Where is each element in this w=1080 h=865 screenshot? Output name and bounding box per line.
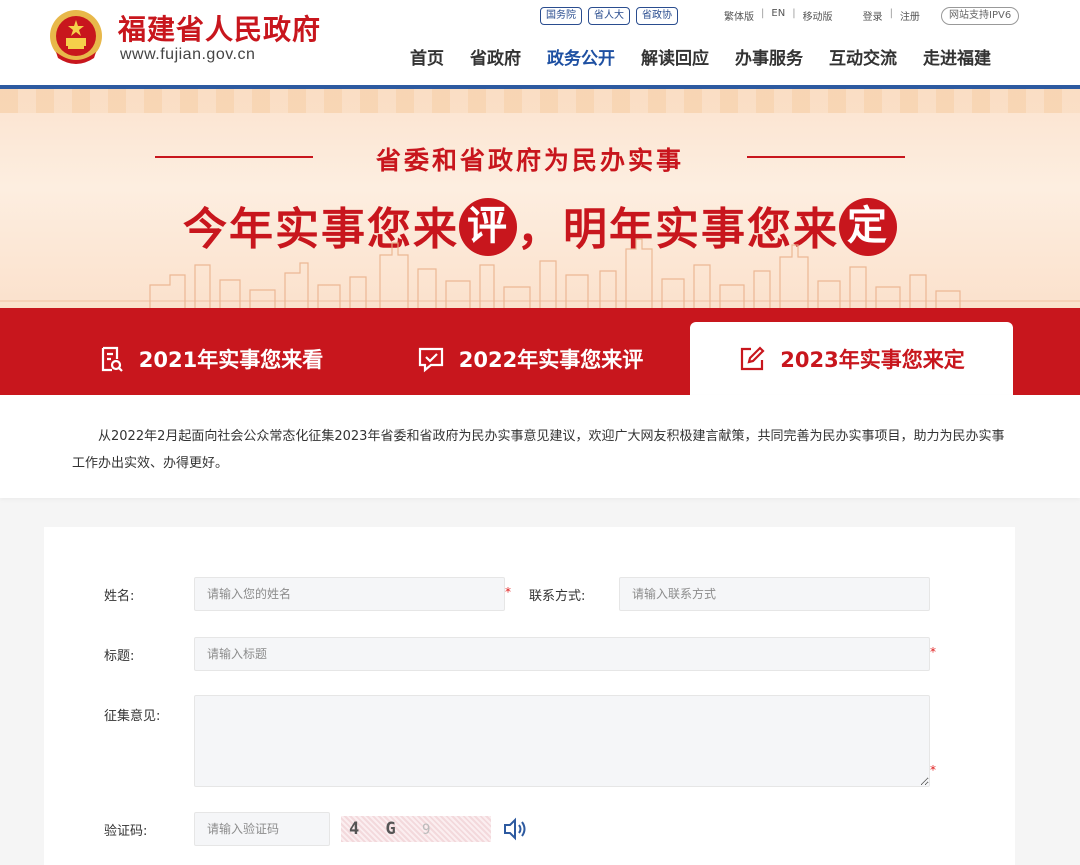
speaker-icon[interactable] xyxy=(502,817,528,841)
ipv6-badge: 网站支持IPV6 xyxy=(941,7,1020,25)
nav-interaction[interactable]: 互动交流 xyxy=(829,44,897,69)
title-label: 标题: xyxy=(104,649,135,664)
register-link[interactable]: 注册 xyxy=(900,8,920,23)
captcha-input[interactable] xyxy=(194,812,330,846)
tab-label: 2021年实事您来看 xyxy=(138,347,324,372)
required-mark: * xyxy=(930,645,936,659)
nav-provincial-government[interactable]: 省政府 xyxy=(470,44,521,69)
document-icon xyxy=(101,346,123,372)
captcha-chars-faint: 9 xyxy=(421,822,439,838)
site-header: 福建省人民政府 www.fujian.gov.cn 国务院 省人大 省政协 繁体… xyxy=(0,0,1080,86)
required-mark: * xyxy=(505,585,511,599)
edit-icon xyxy=(741,345,765,370)
login-link[interactable]: 登录 xyxy=(863,8,883,23)
tab-2022-review[interactable]: 2022年实事您来评 xyxy=(380,322,680,395)
banner-decoration xyxy=(0,89,1080,113)
separator: | xyxy=(761,8,765,19)
intro-text: 从2022年2月起面向社会公众常态化征集2023年省委和省政府为民办实事意见建议… xyxy=(72,429,1005,471)
nav-home[interactable]: 首页 xyxy=(410,44,444,69)
contact-label: 联系方式: xyxy=(529,589,586,604)
contact-input[interactable] xyxy=(619,577,930,611)
intro-section: 从2022年2月起面向社会公众常态化征集2023年省委和省政府为民办实事意见建议… xyxy=(0,395,1080,498)
banner-rule-right xyxy=(747,156,905,158)
link-provincial-cppcc[interactable]: 省政协 xyxy=(636,7,678,25)
nav-services[interactable]: 办事服务 xyxy=(735,44,803,69)
opinion-textarea[interactable] xyxy=(194,695,930,787)
captcha-chars: 4 G xyxy=(349,819,404,839)
tab-label: 2023年实事您来定 xyxy=(780,347,965,372)
national-emblem-icon[interactable] xyxy=(48,8,104,66)
banner: 省委和省政府为民办实事 今年实事您来评，明年实事您来定 xyxy=(0,89,1080,309)
captcha-label: 验证码: xyxy=(104,824,148,839)
opinion-label: 征集意见: xyxy=(104,709,161,724)
name-label: 姓名: xyxy=(104,589,135,604)
tab-2021-view[interactable]: 2021年实事您来看 xyxy=(60,322,360,395)
nav-about-fujian[interactable]: 走进福建 xyxy=(923,44,991,69)
link-state-council[interactable]: 国务院 xyxy=(540,7,582,25)
suggestion-form: 姓名: * 联系方式: 标题: * 征集意见: * 验证码: 4 G 9 xyxy=(44,527,1015,865)
main-nav: 首页 省政府 政务公开 解读回应 办事服务 互动交流 走进福建 xyxy=(410,44,991,69)
separator: | xyxy=(889,8,893,19)
city-skyline-illustration xyxy=(0,238,1080,309)
tab-2023-decide[interactable]: 2023年实事您来定 xyxy=(690,322,1013,395)
top-links: 国务院 省人大 省政协 xyxy=(540,7,678,25)
link-provincial-congress[interactable]: 省人大 xyxy=(588,7,630,25)
traditional-chinese-link[interactable]: 繁体版 xyxy=(724,8,754,23)
english-link[interactable]: EN xyxy=(771,8,785,23)
site-name[interactable]: 福建省人民政府 xyxy=(118,8,321,48)
tab-label: 2022年实事您来评 xyxy=(458,347,644,372)
site-url[interactable]: www.fujian.gov.cn xyxy=(120,46,255,64)
chat-check-icon xyxy=(418,347,443,372)
nav-government-affairs[interactable]: 政务公开 xyxy=(547,44,615,69)
mobile-link[interactable]: 移动版 xyxy=(803,8,833,23)
required-mark: * xyxy=(930,763,936,777)
name-input[interactable] xyxy=(194,577,505,611)
title-input[interactable] xyxy=(194,637,930,671)
nav-interpretation[interactable]: 解读回应 xyxy=(641,44,709,69)
utility-links: 繁体版 | EN | 移动版 登录 | 注册 xyxy=(724,8,920,23)
tabs-bar: 2021年实事您来看 2022年实事您来评 2023年实事您来定 xyxy=(0,308,1080,395)
banner-subtitle: 省委和省政府为民办实事 xyxy=(375,146,684,175)
banner-subtitle-wrap: 省委和省政府为民办实事 xyxy=(155,141,905,175)
separator: | xyxy=(792,8,796,19)
captcha-image[interactable]: 4 G 9 xyxy=(341,816,491,842)
